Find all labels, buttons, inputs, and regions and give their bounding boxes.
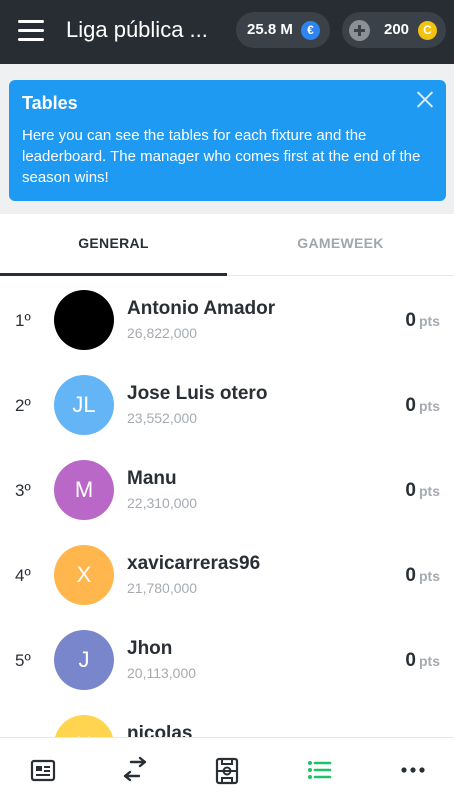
manager-name: nicolas — [127, 723, 193, 737]
coins-pill[interactable]: 200 C — [342, 12, 446, 48]
points-unit: pts — [419, 568, 440, 584]
points-value: 0 — [405, 565, 416, 586]
points-value: 0 — [405, 310, 416, 331]
rank: 3º — [15, 481, 31, 500]
budget-pill[interactable]: 25.8 M € — [236, 12, 330, 48]
news-icon[interactable] — [26, 756, 60, 786]
league-title[interactable]: Liga pública ... — [66, 17, 226, 43]
team-value: 26,822,000 — [127, 325, 198, 341]
bottom-nav — [0, 737, 454, 804]
table-row[interactable]: 1º Antonio Amador 26,822,000 0 pts — [0, 277, 454, 362]
team-value: 21,780,000 — [127, 580, 198, 596]
menu-icon[interactable] — [18, 20, 44, 42]
points: 0 pts — [405, 650, 440, 672]
avatar: JL — [54, 375, 114, 435]
avatar: N — [54, 715, 114, 737]
avatar: J — [54, 630, 114, 690]
points: 0 pts — [405, 480, 440, 502]
coin-icon: C — [418, 21, 437, 40]
tabs: GENERAL GAMEWEEK — [0, 214, 454, 276]
points: 0 pts — [405, 395, 440, 417]
points-value: 0 — [405, 480, 416, 501]
team-value: 22,310,000 — [127, 495, 198, 511]
points: 0 pts — [405, 310, 440, 332]
rank: 5º — [15, 651, 31, 670]
info-text: Here you can see the tables for each fix… — [22, 127, 421, 186]
info-card: Tables Here you can see the tables for e… — [9, 80, 446, 201]
table-row[interactable]: 2º JL Jose Luis otero 23,552,000 0 pts — [0, 362, 454, 447]
lineup-icon[interactable] — [210, 756, 244, 786]
team-value: 20,113,000 — [127, 665, 197, 681]
tab-gameweek[interactable]: GAMEWEEK — [227, 214, 454, 276]
rank: 2º — [15, 396, 31, 415]
points-unit: pts — [419, 313, 440, 329]
points-value: 0 — [405, 395, 416, 416]
team-value: 23,552,000 — [127, 410, 198, 426]
transfers-icon[interactable] — [118, 756, 152, 786]
close-icon[interactable] — [416, 90, 434, 108]
tables-icon[interactable] — [302, 756, 336, 786]
info-title: Tables — [22, 93, 78, 113]
points-unit: pts — [419, 653, 440, 669]
standings-list: 1º Antonio Amador 26,822,000 0 pts 2º JL … — [0, 277, 454, 737]
avatar — [54, 290, 114, 350]
add-coins-icon[interactable] — [349, 20, 370, 41]
coins-value: 200 — [384, 21, 410, 38]
more-icon[interactable] — [396, 756, 430, 786]
avatar: X — [54, 545, 114, 605]
table-row[interactable]: 3º M Manu 22,310,000 0 pts — [0, 447, 454, 532]
points: 0 pts — [405, 565, 440, 587]
table-row[interactable]: 4º X xavicarreras96 21,780,000 0 pts — [0, 532, 454, 617]
manager-name: Manu — [127, 468, 177, 489]
manager-name: Jhon — [127, 638, 173, 659]
manager-name: Antonio Amador — [127, 298, 276, 319]
manager-name: Jose Luis otero — [127, 383, 268, 404]
points-unit: pts — [419, 398, 440, 414]
points-unit: pts — [419, 483, 440, 499]
manager-name: xavicarreras96 — [127, 553, 261, 574]
table-row[interactable]: 5º J Jhon 20,113,000 0 pts — [0, 617, 454, 702]
rank: 1º — [15, 311, 31, 330]
euro-icon: € — [301, 21, 320, 40]
avatar: M — [54, 460, 114, 520]
tab-general[interactable]: GENERAL — [0, 214, 227, 276]
budget-value: 25.8 M — [247, 21, 293, 38]
top-bar: Liga pública ... 25.8 M € 200 C — [0, 0, 454, 64]
rank: 4º — [15, 566, 31, 585]
table-row[interactable]: N nicolas — [0, 702, 454, 737]
points-value: 0 — [405, 650, 416, 671]
